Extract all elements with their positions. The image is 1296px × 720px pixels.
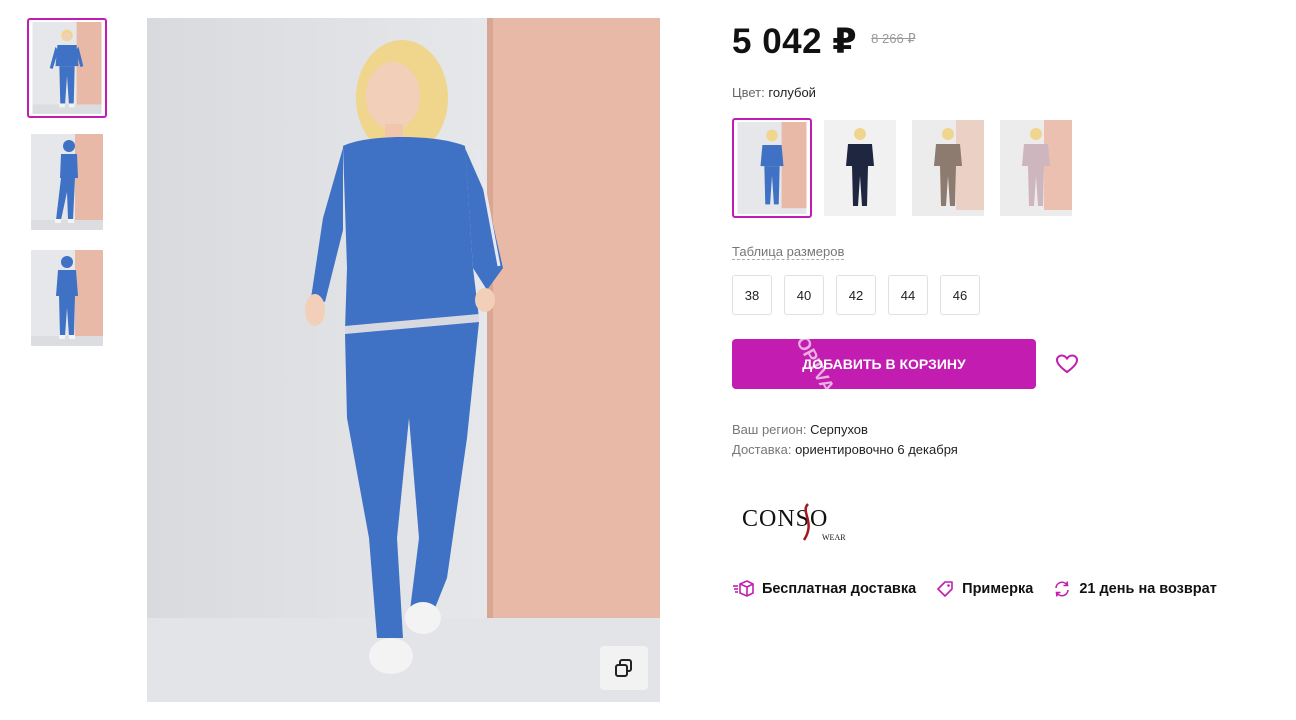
swatch-image <box>824 120 896 216</box>
thumbnail-back[interactable] <box>27 250 107 350</box>
favorite-button[interactable] <box>1055 352 1079 376</box>
size-option-42[interactable]: 42 <box>836 275 876 315</box>
color-swatch-navy[interactable] <box>824 120 896 216</box>
color-swatch-lilac[interactable] <box>1000 120 1072 216</box>
brand-logo-sub: WEAR <box>822 533 846 542</box>
perk-free-delivery: Бесплатная доставка <box>732 580 916 598</box>
thumbnail-image <box>31 134 103 230</box>
main-product-image[interactable] <box>147 18 660 702</box>
color-row: Цвет: голубой <box>732 85 816 100</box>
perk-label: Примерка <box>962 581 1034 597</box>
delivery-line: Доставка: ориентировочно 6 декабря <box>732 440 958 460</box>
thumbnail-side[interactable] <box>27 134 107 234</box>
size-option-46[interactable]: 46 <box>940 275 980 315</box>
delivery-value: ориентировочно 6 декабря <box>795 442 958 457</box>
color-swatch-blue[interactable] <box>732 118 812 218</box>
swatch-image <box>1000 120 1072 216</box>
size-options: 38 40 42 44 46 <box>732 275 992 315</box>
delivery-box-icon <box>733 580 754 597</box>
color-label: Цвет: <box>732 85 765 100</box>
delivery-label: Доставка: <box>732 442 792 457</box>
perks-list: Бесплатная доставка Примерка 21 день на … <box>732 580 1237 598</box>
return-arrows-icon <box>1055 581 1070 597</box>
zoom-button[interactable] <box>600 646 648 690</box>
price-row: 5 042 ₽ 8 266 ₽ <box>732 22 916 62</box>
swatch-image <box>736 122 808 214</box>
heart-icon <box>1055 354 1079 374</box>
thumbnail-image <box>31 250 103 346</box>
brand-logo-text: CONSO <box>742 506 828 532</box>
thumbnail-image <box>31 22 103 114</box>
perk-label: Бесплатная доставка <box>762 581 917 597</box>
old-price: 8 266 ₽ <box>871 31 916 46</box>
tag-icon <box>937 581 953 597</box>
copy-icon <box>615 659 632 677</box>
thumbnail-list <box>27 18 107 366</box>
size-option-44[interactable]: 44 <box>888 275 928 315</box>
swatch-image <box>912 120 984 216</box>
size-table-link[interactable]: Таблица размеров <box>732 244 845 260</box>
size-option-40[interactable]: 40 <box>784 275 824 315</box>
current-price: 5 042 ₽ <box>732 22 858 61</box>
region-label: Ваш регион: <box>732 422 807 437</box>
color-swatch-taupe[interactable] <box>912 120 984 216</box>
region-line: Ваш регион: Серпухов <box>732 420 958 440</box>
region-value[interactable]: Серпухов <box>810 422 868 437</box>
add-to-cart-button[interactable]: Добавить в корзину optvar <box>732 339 1036 389</box>
thumbnail-front[interactable] <box>27 18 107 118</box>
brand-logo[interactable]: CONSO WEAR <box>738 492 848 548</box>
color-value: голубой <box>768 85 816 100</box>
size-option-38[interactable]: 38 <box>732 275 772 315</box>
color-swatches <box>732 118 1088 218</box>
perk-label: 21 день на возврат <box>1079 581 1217 597</box>
add-to-cart-label: Добавить в корзину <box>802 356 966 372</box>
perk-return: 21 день на возврат <box>1053 580 1217 598</box>
perk-fitting: Примерка <box>936 580 1033 598</box>
delivery-info: Ваш регион: Серпухов Доставка: ориентиро… <box>732 420 958 460</box>
